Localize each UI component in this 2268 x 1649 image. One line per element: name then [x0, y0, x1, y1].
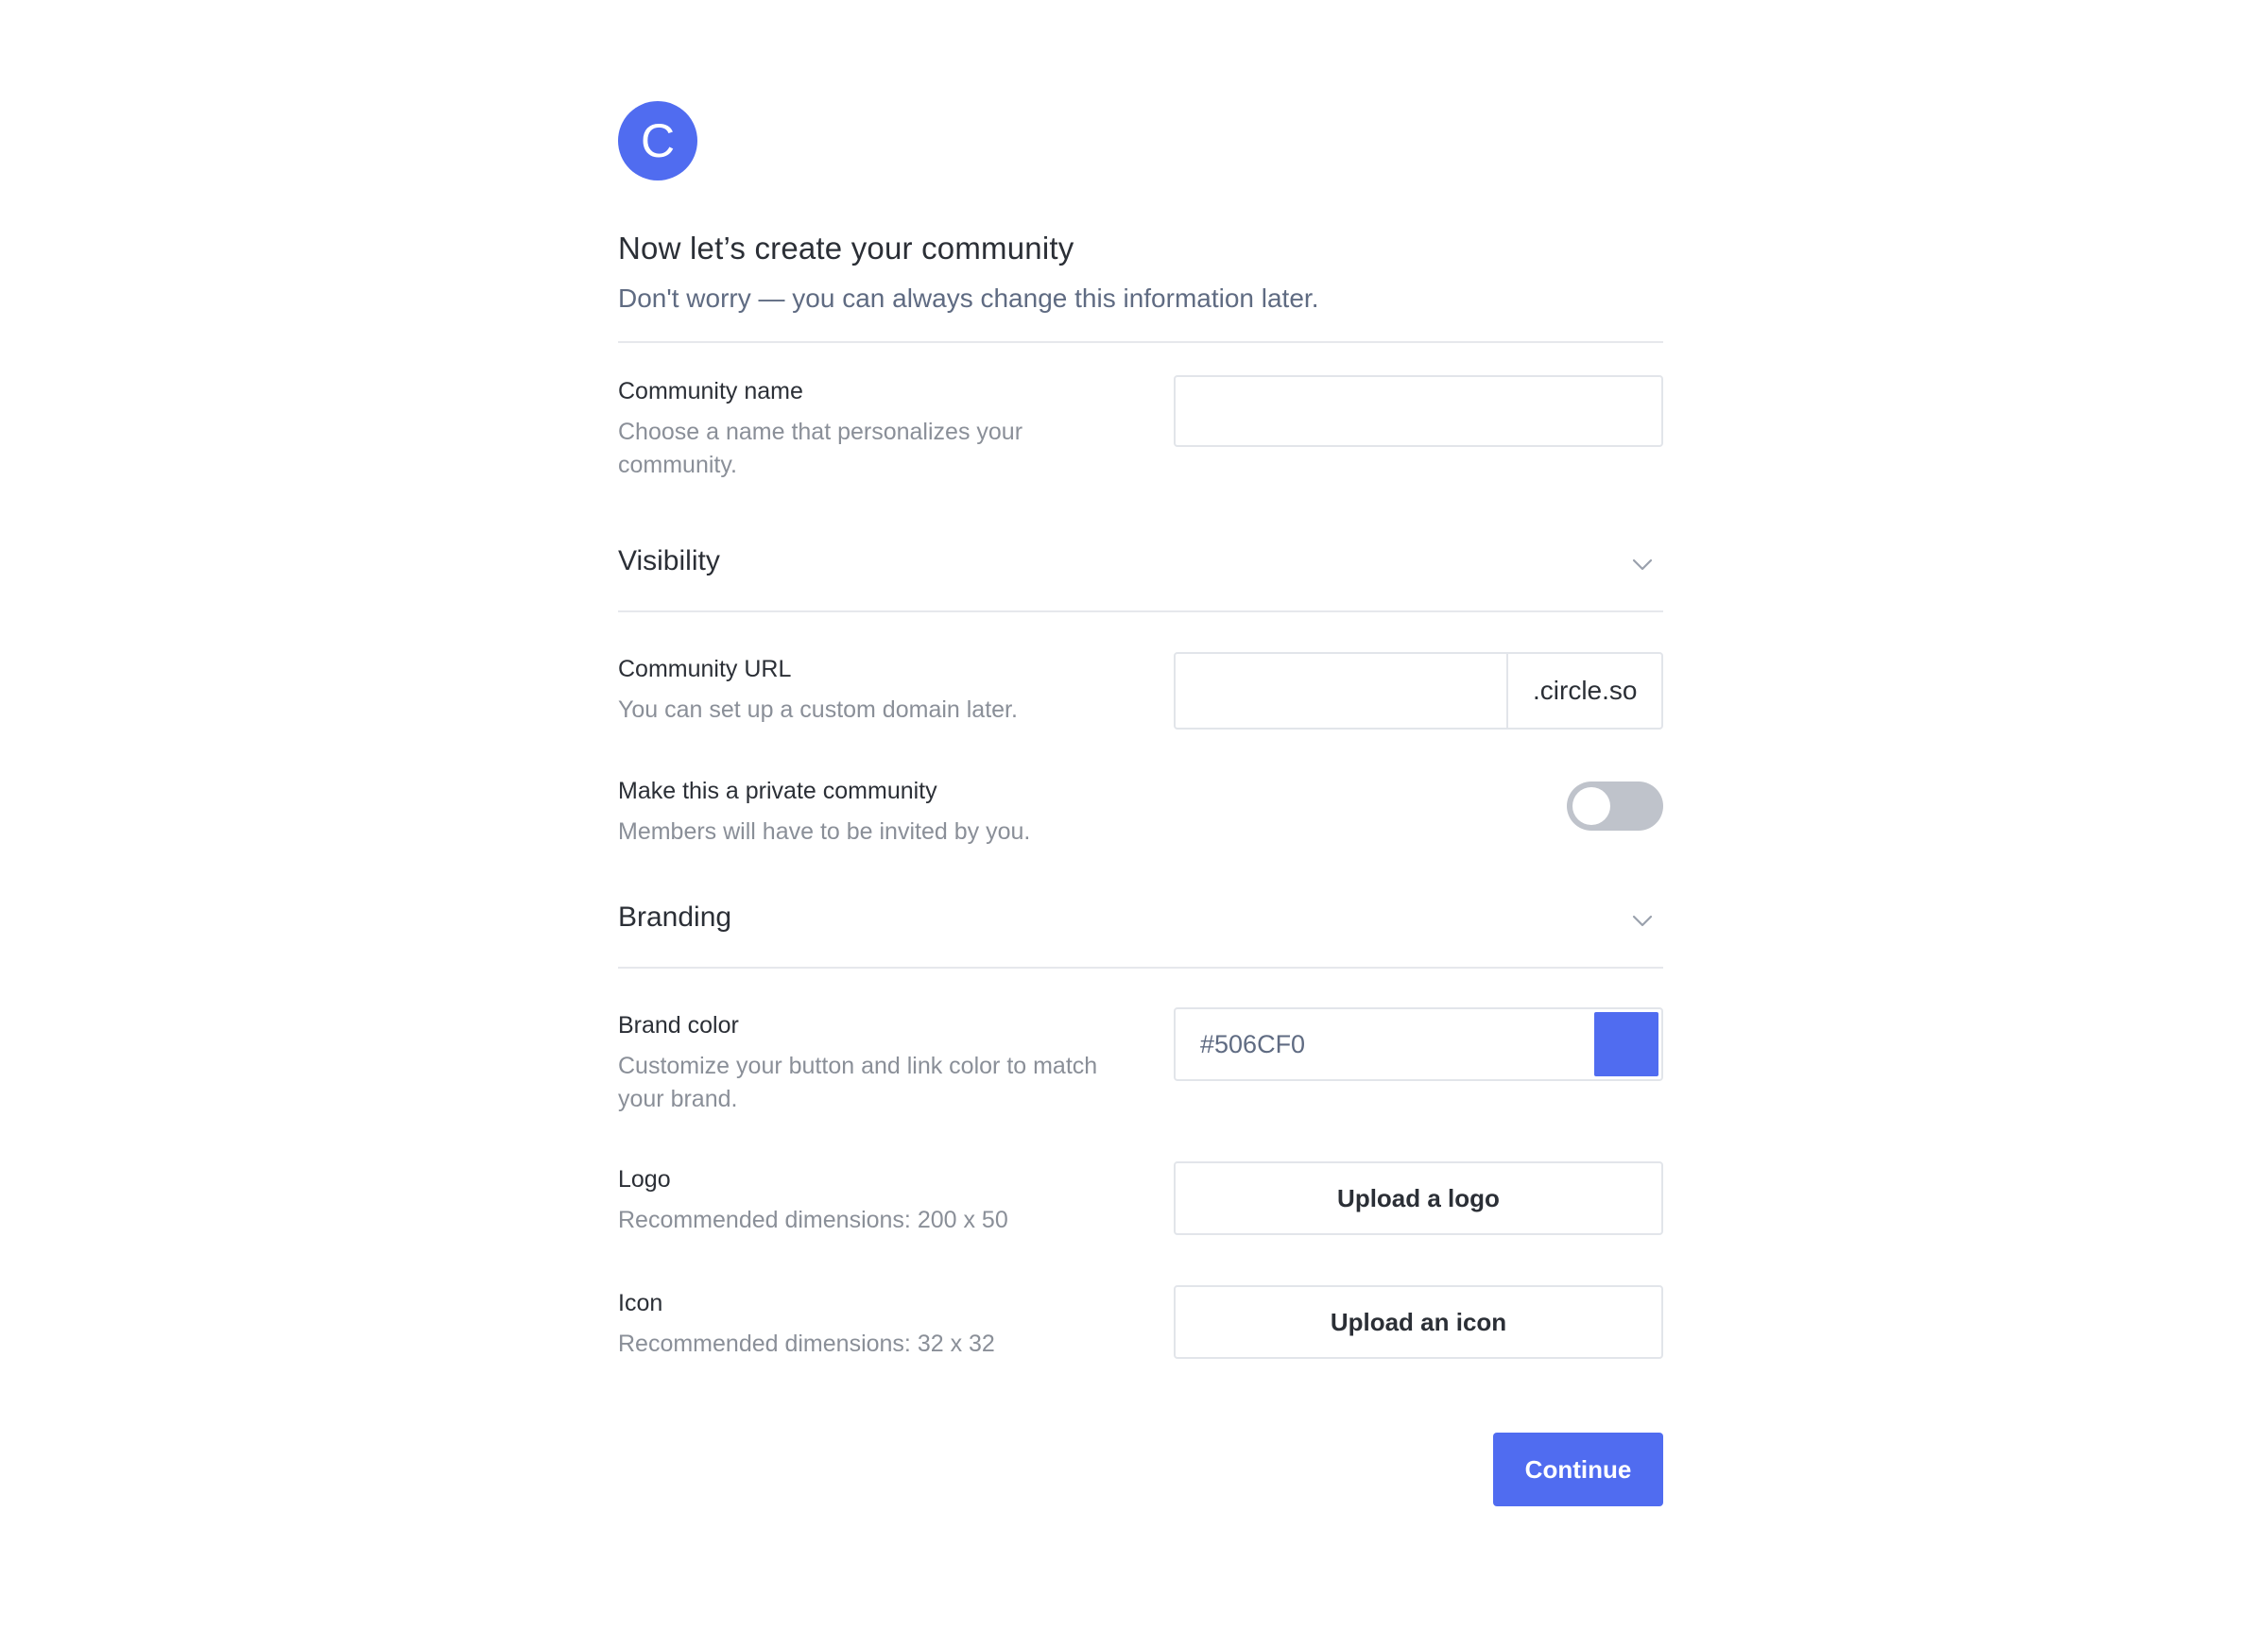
logo-label: Logo [618, 1166, 671, 1193]
community-name-label: Community name [618, 378, 803, 404]
community-name-input[interactable] [1174, 375, 1663, 447]
community-logo-avatar: C [618, 101, 697, 180]
chevron-down-icon[interactable] [1629, 907, 1656, 934]
branding-section-title: Branding [618, 902, 732, 933]
branding-divider [618, 967, 1663, 969]
visibility-divider [618, 610, 1663, 612]
header-divider [618, 341, 1663, 343]
continue-button[interactable]: Continue [1493, 1433, 1663, 1506]
community-name-description: Choose a name that personalizes your com… [618, 419, 1023, 478]
private-community-toggle[interactable] [1567, 782, 1663, 831]
private-community-label: Make this a private community [618, 778, 937, 804]
private-community-description: Members will have to be invited by you. [618, 818, 1031, 845]
brand-color-label: Brand color [618, 1012, 739, 1039]
upload-logo-button[interactable]: Upload a logo [1174, 1161, 1663, 1235]
community-url-description: You can set up a custom domain later. [618, 696, 1018, 723]
chevron-down-icon[interactable] [1629, 551, 1656, 577]
brand-color-swatch[interactable] [1594, 1012, 1658, 1076]
brand-color-description: Customize your button and link color to … [618, 1053, 1098, 1112]
logo-description: Recommended dimensions: 200 x 50 [618, 1207, 1008, 1233]
visibility-section-title: Visibility [618, 545, 720, 576]
upload-icon-button[interactable]: Upload an icon [1174, 1285, 1663, 1359]
brand-color-field[interactable]: #506CF0 [1174, 1007, 1663, 1081]
url-domain-suffix: .circle.so [1506, 654, 1661, 728]
community-url-label: Community URL [618, 656, 792, 682]
community-url-field: .circle.so [1174, 652, 1663, 730]
icon-label: Icon [618, 1290, 663, 1316]
page-title: Now let’s create your community [618, 231, 1074, 266]
page-subtitle: Don't worry — you can always change this… [618, 283, 1319, 313]
community-url-input[interactable] [1176, 654, 1506, 728]
toggle-knob [1572, 787, 1610, 825]
brand-color-value[interactable]: #506CF0 [1200, 1009, 1305, 1079]
icon-description: Recommended dimensions: 32 x 32 [618, 1331, 995, 1357]
